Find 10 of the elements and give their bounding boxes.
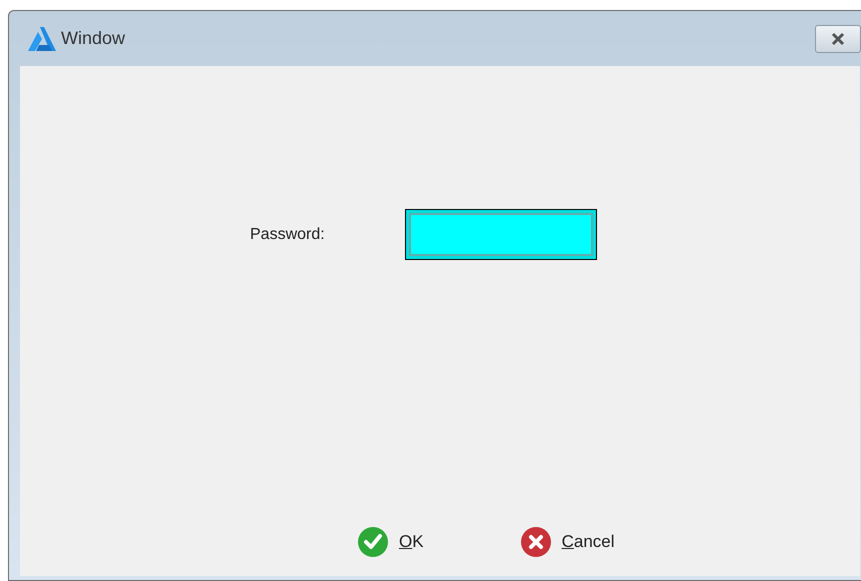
password-field[interactable] (405, 209, 597, 260)
password-label: Password: (250, 224, 326, 244)
close-icon (520, 526, 552, 558)
logo-icon (27, 26, 57, 52)
check-icon (357, 526, 389, 558)
window-title: Window (61, 27, 126, 50)
cancel-button[interactable]: Cancel (520, 526, 614, 558)
ok-button[interactable]: OK (357, 526, 424, 558)
close-icon (830, 32, 846, 46)
close-button[interactable] (815, 24, 861, 52)
